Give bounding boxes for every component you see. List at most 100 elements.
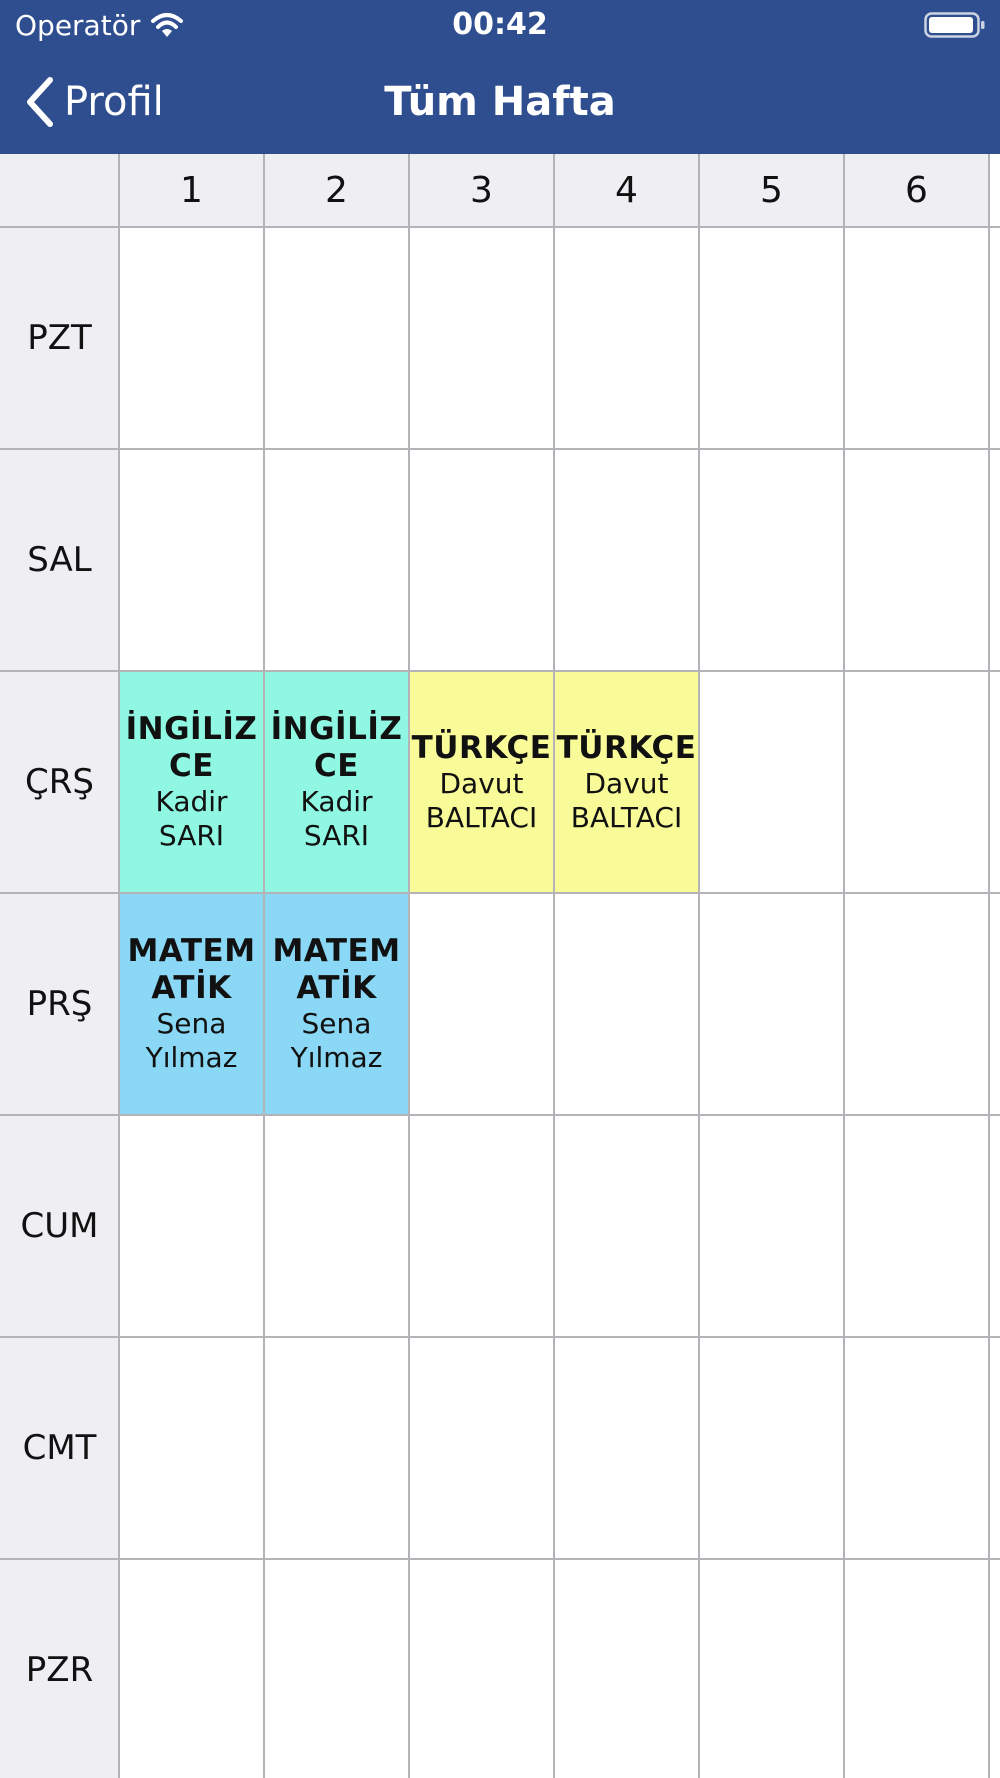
teacher-name-line: SARI — [303, 819, 370, 852]
grid-line — [263, 154, 265, 1778]
empty-slot[interactable] — [844, 449, 989, 671]
empty-slot[interactable] — [119, 449, 264, 671]
empty-slot[interactable] — [844, 227, 989, 449]
course-name-line: TÜRKÇE — [411, 729, 552, 766]
empty-slot[interactable] — [554, 227, 699, 449]
teacher-name-line: SARI — [158, 819, 225, 852]
lesson-cell[interactable]: TÜRKÇE Davut BALTACI — [409, 671, 554, 893]
lesson-cell[interactable]: TÜRKÇE Davut BALTACI — [554, 671, 699, 893]
course-name: İNGİLİZ CE — [126, 711, 258, 785]
teacher-name-line: Yılmaz — [290, 1041, 383, 1074]
empty-slot[interactable] — [119, 1337, 264, 1559]
empty-slot[interactable] — [844, 671, 989, 893]
empty-slot[interactable] — [699, 1559, 844, 1778]
teacher-name-line: Sena — [301, 1007, 372, 1040]
empty-slot[interactable] — [844, 1559, 989, 1778]
lesson-cell[interactable]: MATEM ATİK Sena Yılmaz — [119, 893, 264, 1115]
grid-line — [118, 154, 120, 1778]
empty-slot[interactable] — [119, 227, 264, 449]
teacher-name-line: Davut — [584, 766, 669, 800]
course-name-line: TÜRKÇE — [556, 729, 697, 766]
teacher-name: Kadir SARI — [155, 785, 227, 853]
teacher-name: Davut BALTACI — [426, 767, 538, 835]
course-name: İNGİLİZ CE — [271, 711, 403, 785]
empty-slot[interactable] — [409, 227, 554, 449]
empty-slot[interactable] — [264, 227, 409, 449]
empty-slot[interactable] — [699, 227, 844, 449]
period-header: 2 — [264, 154, 409, 227]
timetable-grid: PZT SAL ÇRŞ İNGİLİZ CE Kadir SARI İNGİLİZ CE Kadi… — [0, 154, 1000, 1778]
course-name-line: ATİK — [151, 970, 232, 1006]
empty-slot[interactable] — [554, 449, 699, 671]
empty-slot[interactable] — [699, 1337, 844, 1559]
grid-line — [408, 154, 410, 1778]
teacher-name: Sena Yılmaz — [291, 1007, 383, 1075]
day-label: SAL — [27, 540, 92, 580]
course-name-line: CE — [314, 748, 359, 784]
grid-line — [988, 154, 990, 1778]
teacher-name-line: Kadir — [155, 785, 228, 818]
day-label: PRŞ — [26, 984, 93, 1024]
grid-line — [0, 1114, 1000, 1116]
empty-slot[interactable] — [119, 1559, 264, 1778]
period-header: 6 — [844, 154, 989, 227]
empty-slot[interactable] — [119, 1115, 264, 1337]
empty-slot[interactable] — [409, 1337, 554, 1559]
empty-slot[interactable] — [264, 1115, 409, 1337]
period-header: 3 — [409, 154, 554, 227]
empty-slot[interactable] — [409, 1115, 554, 1337]
empty-slot[interactable] — [844, 1115, 989, 1337]
page-title: Tüm Hafta — [384, 79, 616, 125]
empty-slot[interactable] — [409, 449, 554, 671]
empty-slot[interactable] — [844, 1337, 989, 1559]
teacher-name-line: BALTACI — [570, 800, 683, 834]
grid-line — [0, 448, 1000, 450]
empty-slot[interactable] — [699, 671, 844, 893]
empty-slot[interactable] — [264, 1559, 409, 1778]
header-corner-cell — [0, 154, 119, 227]
day-label: CMT — [22, 1428, 97, 1468]
teacher-name-line: Davut — [439, 766, 524, 800]
course-name-line: İNGİLİZ — [270, 711, 403, 747]
grid-line — [0, 1558, 1000, 1560]
teacher-name-line: Kadir — [300, 785, 373, 818]
empty-slot[interactable] — [699, 893, 844, 1115]
empty-slot[interactable] — [554, 893, 699, 1115]
empty-slot[interactable] — [409, 893, 554, 1115]
grid-line — [553, 154, 555, 1778]
grid-line — [0, 892, 1000, 894]
lesson-cell[interactable]: İNGİLİZ CE Kadir SARI — [264, 671, 409, 893]
status-clock: 00:42 — [452, 7, 548, 42]
empty-slot[interactable] — [699, 1115, 844, 1337]
empty-slot[interactable] — [409, 1559, 554, 1778]
navigation-bar: Operatör 00:42 Profil Tüm Hafta — [0, 0, 1000, 154]
course-name-line: MATEM — [272, 933, 401, 969]
grid-line — [843, 154, 845, 1778]
status-bar: Operatör 00:42 — [0, 0, 1000, 52]
empty-slot[interactable] — [264, 449, 409, 671]
day-label: PZR — [25, 1650, 94, 1690]
grid-line — [0, 670, 1000, 672]
empty-slot[interactable] — [554, 1559, 699, 1778]
lesson-cell[interactable]: MATEM ATİK Sena Yılmaz — [264, 893, 409, 1115]
empty-slot[interactable] — [264, 1337, 409, 1559]
course-name: MATEM ATİK — [127, 933, 255, 1007]
course-name-line: İNGİLİZ — [125, 711, 258, 747]
lesson-cell[interactable]: İNGİLİZ CE Kadir SARI — [119, 671, 264, 893]
teacher-name: Sena Yılmaz — [146, 1007, 238, 1075]
empty-slot[interactable] — [844, 893, 989, 1115]
empty-slot[interactable] — [554, 1115, 699, 1337]
empty-slot[interactable] — [699, 449, 844, 671]
course-name-line: CE — [169, 748, 214, 784]
empty-slot[interactable] — [554, 1337, 699, 1559]
course-name: TÜRKÇE — [557, 730, 697, 767]
battery-icon — [924, 12, 985, 38]
teacher-name-line: BALTACI — [425, 800, 538, 834]
course-name: MATEM ATİK — [272, 933, 400, 1007]
day-label: PZT — [27, 318, 92, 358]
grid-line — [0, 226, 1000, 228]
course-name-line: ATİK — [296, 970, 377, 1006]
period-header: 5 — [699, 154, 844, 227]
period-header: 1 — [119, 154, 264, 227]
grid-line — [0, 1336, 1000, 1338]
